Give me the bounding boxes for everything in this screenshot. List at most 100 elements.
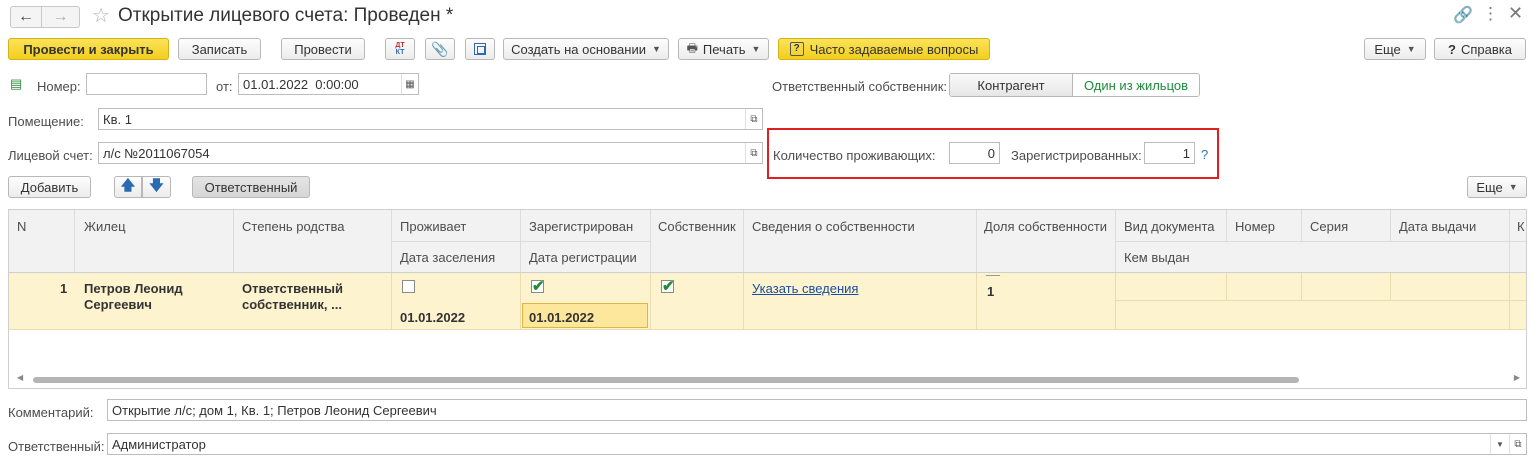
move-down-button[interactable]: 🡇: [142, 176, 171, 198]
tenants-table[interactable]: N Жилец Степень родства Проживает Дата з…: [8, 209, 1527, 389]
caret-down-icon: ▼: [1508, 182, 1518, 192]
registered-count-field[interactable]: 1: [1144, 142, 1195, 164]
scrollbar-thumb[interactable]: [33, 377, 1299, 383]
window-title: Открытие лицевого счета: Проведен *: [118, 5, 454, 26]
caret-down-icon: ▼: [751, 44, 761, 54]
help-link[interactable]: ?: [1201, 147, 1208, 162]
comment-label: Комментарий:: [8, 405, 94, 420]
date-from-label: от:: [216, 79, 233, 94]
caret-down-icon: ▼: [651, 44, 661, 54]
col-ownership-info[interactable]: Сведения о собственности: [752, 219, 915, 234]
date-field[interactable]: 01.01.2022 0:00:00 ▦: [238, 73, 419, 95]
arrow-up-icon: 🡅: [120, 177, 136, 193]
open-icon[interactable]: ⧉: [1509, 434, 1526, 454]
number-label: Номер:: [37, 79, 81, 94]
col-doc-series[interactable]: Серия: [1310, 219, 1348, 234]
col-reg-date[interactable]: Дата регистрации: [529, 250, 637, 265]
hierarchy-icon: [474, 43, 486, 55]
owner-toggle-tenant[interactable]: Один из жильцов: [1073, 74, 1199, 96]
print-button[interactable]: 🖶 Печать ▼: [678, 38, 769, 60]
move-up-button[interactable]: 🡅: [114, 176, 142, 198]
premises-value: Кв. 1: [103, 111, 132, 127]
reg-date: 01.01.2022: [529, 310, 595, 325]
arrow-down-icon: 🡇: [149, 177, 164, 193]
premises-label: Помещение:: [8, 114, 84, 129]
attach-button[interactable]: 📎: [425, 38, 455, 60]
number-field[interactable]: [86, 73, 207, 95]
premises-field[interactable]: Кв. 1 ⧉: [98, 108, 763, 130]
help-question-icon: ?: [1448, 41, 1456, 57]
add-row-button[interactable]: Добавить: [8, 176, 91, 198]
forward-button[interactable]: →: [42, 6, 80, 28]
save-button[interactable]: Записать: [178, 38, 261, 60]
arrow-left-icon: ←: [18, 8, 34, 25]
residents-label: Количество проживающих:: [773, 148, 936, 163]
more-button[interactable]: Еще ▼: [1364, 38, 1426, 60]
owner-toggle-counterparty[interactable]: Контрагент: [950, 74, 1073, 96]
comment-field[interactable]: Открытие л/с; дом 1, Кв. 1; Петров Леони…: [107, 399, 1527, 421]
horizontal-scrollbar[interactable]: ◀ ▶: [17, 373, 1520, 384]
create-based-on-button[interactable]: Создать на основании ▼: [503, 38, 669, 60]
responsible-value: Администратор: [112, 436, 206, 452]
caret-down-icon: ▼: [1406, 44, 1416, 54]
account-value: л/с №2011067054: [103, 145, 210, 161]
owner-checkbox[interactable]: [661, 277, 675, 295]
date-value: 01.01.2022 0:00:00: [243, 76, 359, 92]
paperclip-icon: 📎: [431, 40, 449, 57]
account-label: Лицевой счет:: [8, 148, 93, 163]
question-box-icon: ?: [789, 42, 804, 56]
dt-kt-icon: ДТ КТ: [395, 42, 405, 56]
account-field[interactable]: л/с №2011067054 ⧉: [98, 142, 763, 164]
arrow-right-icon: →: [52, 8, 69, 25]
ownership-info-link[interactable]: Указать сведения: [752, 281, 858, 296]
dt-kt-button[interactable]: ДТ КТ: [385, 38, 415, 60]
responsible-button[interactable]: Ответственный: [192, 176, 310, 198]
open-icon[interactable]: ⧉: [745, 109, 762, 129]
row-tenant[interactable]: Петров Леонид Сергеевич: [84, 281, 214, 313]
kebab-menu-icon[interactable]: ⋮: [1482, 4, 1499, 24]
col-doc-type[interactable]: Вид документа: [1124, 219, 1215, 234]
col-registered[interactable]: Зарегистрирован: [529, 219, 633, 234]
share-value[interactable]: 1: [987, 284, 994, 299]
responsible-field[interactable]: Администратор ▼ ⧉: [107, 433, 1527, 455]
col-issued-by[interactable]: Кем выдан: [1124, 250, 1190, 265]
col-lives[interactable]: Проживает: [400, 219, 466, 234]
share-marker: [986, 275, 1000, 279]
table-more-button[interactable]: Еще ▼: [1467, 176, 1527, 198]
owner-label: Ответственный собственник:: [772, 79, 947, 94]
row-relation[interactable]: Ответственный собственник, ...: [242, 281, 382, 313]
row-number: 1: [60, 281, 68, 296]
col-share[interactable]: Доля собственности: [984, 219, 1107, 234]
edit-number-icon: ▤: [10, 76, 23, 91]
scroll-left-icon[interactable]: ◀: [17, 373, 23, 382]
printer-icon: 🖶: [686, 40, 698, 55]
back-button[interactable]: ←: [10, 6, 42, 28]
favorite-star-icon[interactable]: ☆: [92, 3, 110, 28]
col-owner[interactable]: Собственник: [658, 219, 736, 234]
col-doc-number[interactable]: Номер: [1235, 219, 1275, 234]
help-button[interactable]: ? Справка: [1434, 38, 1526, 60]
residents-count-field[interactable]: 0: [949, 142, 1000, 164]
faq-button[interactable]: ? Часто задаваемые вопросы: [778, 38, 990, 60]
col-relation[interactable]: Степень родства: [242, 219, 344, 234]
scroll-right-icon[interactable]: ▶: [1514, 373, 1520, 382]
col-n[interactable]: N: [17, 219, 26, 234]
link-icon[interactable]: 🔗: [1453, 5, 1473, 25]
lives-checkbox[interactable]: [402, 280, 415, 293]
open-icon[interactable]: ⧉: [745, 143, 762, 163]
col-next[interactable]: К: [1517, 219, 1525, 234]
responsible-label: Ответственный:: [8, 439, 105, 454]
col-issue-date[interactable]: Дата выдачи: [1399, 219, 1476, 234]
move-in-date[interactable]: 01.01.2022: [400, 310, 465, 325]
registered-label: Зарегистрированных:: [1011, 148, 1142, 163]
col-move-in-date[interactable]: Дата заселения: [400, 250, 495, 265]
responsible-dropdown-icon[interactable]: ▼: [1490, 434, 1509, 454]
calendar-icon[interactable]: ▦: [401, 74, 418, 94]
owner-toggle[interactable]: Контрагент Один из жильцов: [949, 73, 1200, 97]
col-tenant[interactable]: Жилец: [84, 219, 126, 234]
close-icon[interactable]: ✕: [1508, 3, 1523, 24]
structure-button[interactable]: [465, 38, 495, 60]
post-and-close-button[interactable]: Провести и закрыть: [8, 38, 169, 60]
post-button[interactable]: Провести: [281, 38, 365, 60]
registered-checkbox[interactable]: [531, 277, 545, 295]
